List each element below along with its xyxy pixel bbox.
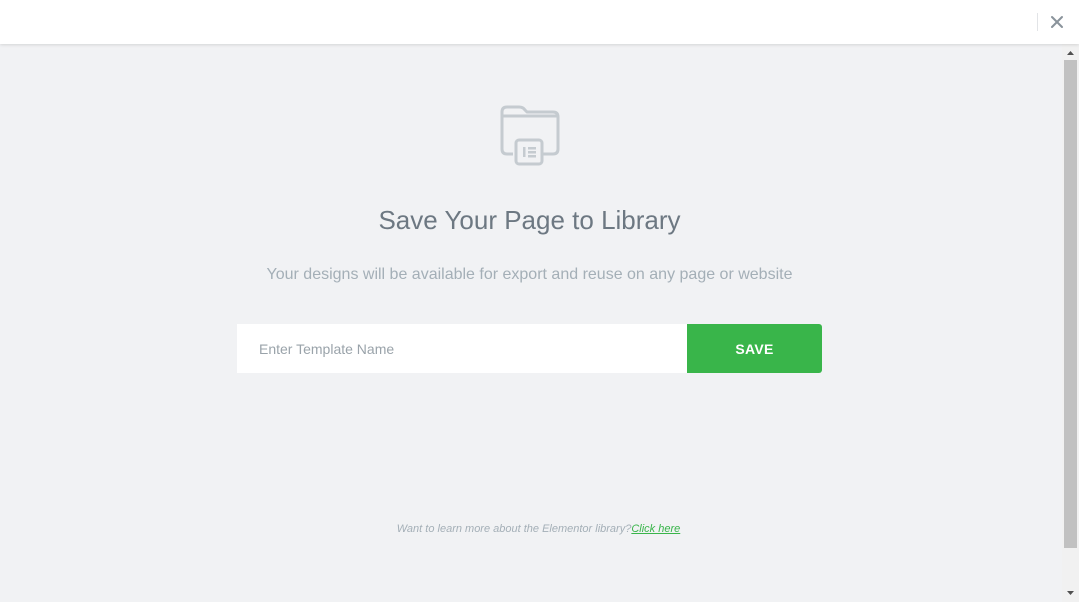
close-icon	[1051, 16, 1063, 28]
library-info-note: Want to learn more about the Elementor l…	[0, 523, 1077, 535]
page-subtitle: Your designs will be available for expor…	[266, 266, 793, 283]
page-title: Save Your Page to Library	[378, 205, 681, 235]
modal-header	[0, 0, 1079, 44]
click-here-link[interactable]: Click here	[631, 523, 680, 535]
scroll-up-arrow-icon[interactable]	[1062, 46, 1079, 60]
modal-body: Save Your Page to Library Your designs w…	[0, 44, 1062, 602]
close-button[interactable]	[1046, 11, 1068, 33]
template-name-input[interactable]	[237, 324, 687, 373]
scroll-down-arrow-icon[interactable]	[1062, 586, 1079, 600]
header-divider	[1037, 13, 1038, 31]
save-template-form: SAVE	[237, 324, 822, 373]
vertical-scrollbar[interactable]	[1062, 44, 1079, 602]
folder-library-icon	[500, 105, 560, 166]
library-info-text: Want to learn more about the Elementor l…	[396, 523, 632, 535]
scrollbar-thumb[interactable]	[1064, 60, 1077, 548]
save-button[interactable]: SAVE	[687, 324, 822, 373]
